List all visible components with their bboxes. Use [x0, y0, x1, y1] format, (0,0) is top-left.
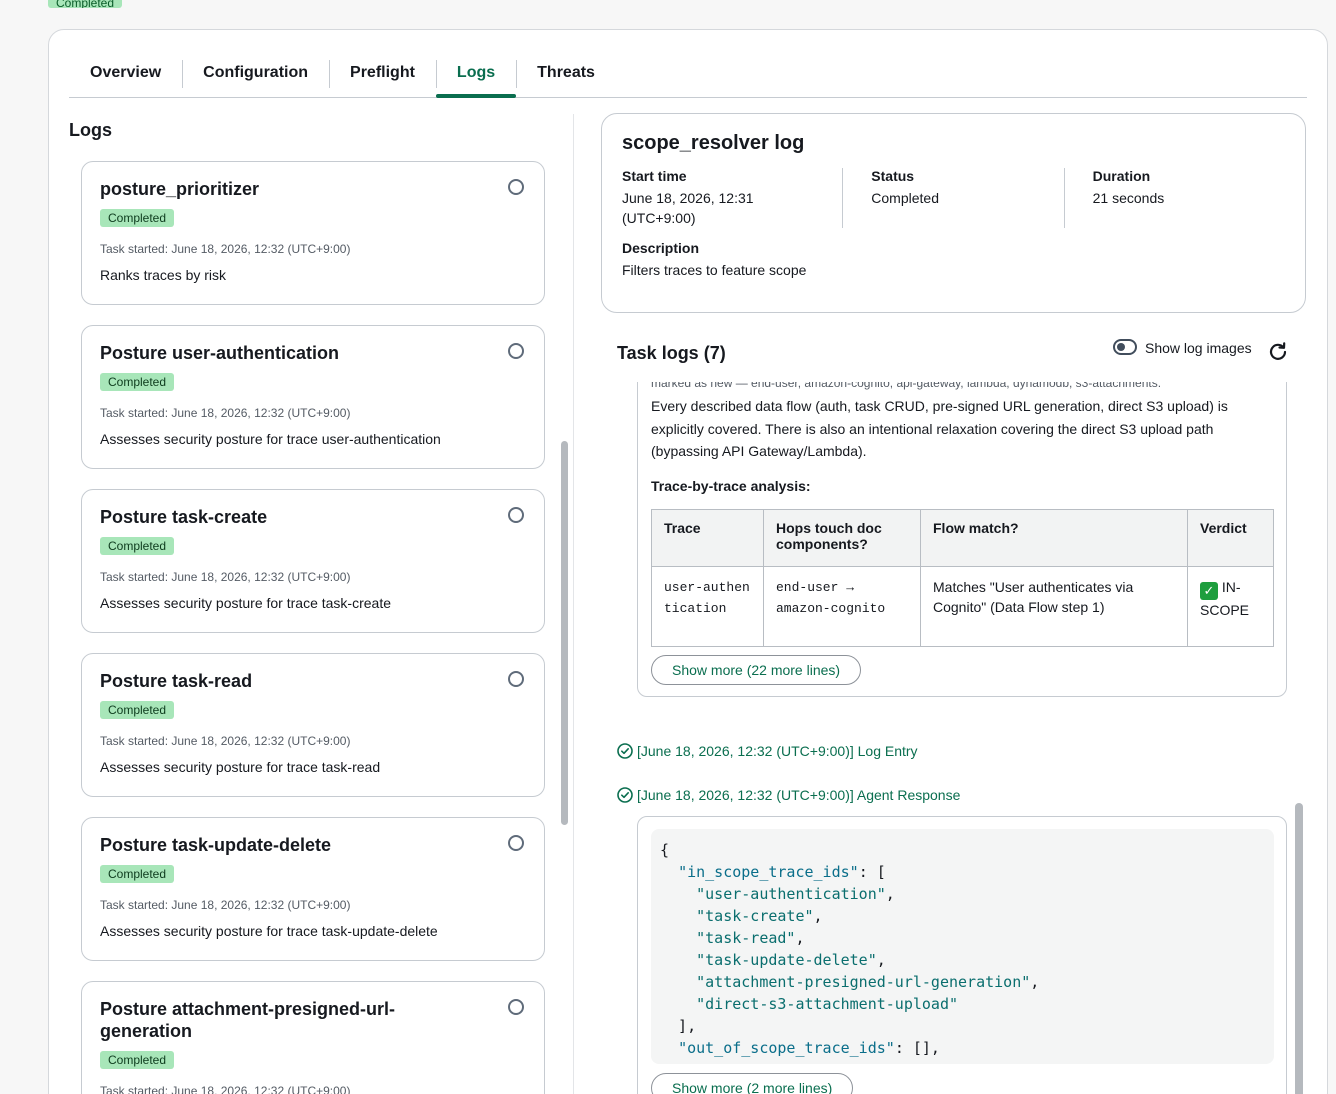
- main-panel: Overview Configuration Preflight Logs Th…: [48, 29, 1328, 1094]
- check-circle-icon: [617, 743, 633, 759]
- description-label: Description: [622, 240, 700, 256]
- task-card[interactable]: Posture task-read Completed Task started…: [81, 653, 545, 797]
- description-field: Description Filters traces to feature sc…: [622, 240, 806, 280]
- log-entry-text: [June 18, 2026, 12:32 (UTC+9:00)] Log En…: [637, 743, 918, 759]
- status-badge: Completed: [100, 701, 175, 719]
- json-code-block: { "in_scope_trace_ids": [ "user-authenti…: [651, 829, 1274, 1064]
- show-log-images-toggle[interactable]: [1113, 339, 1137, 355]
- tab-preflight[interactable]: Preflight: [329, 60, 436, 97]
- log-entry-card: marked as new — end-user, amazon-cognito…: [637, 382, 1287, 697]
- start-time-value: June 18, 2026, 12:31 (UTC+9:00): [622, 190, 754, 226]
- start-time-field: Start time June 18, 2026, 12:31 (UTC+9:0…: [622, 168, 842, 228]
- detail-grid: Start time June 18, 2026, 12:31 (UTC+9:0…: [622, 168, 1285, 228]
- task-card[interactable]: posture_prioritizer Completed Task start…: [81, 161, 545, 305]
- tab-logs[interactable]: Logs: [435, 60, 517, 98]
- description-value: Filters traces to feature scope: [622, 262, 807, 278]
- status-value: Completed: [871, 190, 939, 206]
- task-card[interactable]: Posture user-authentication Completed Ta…: [81, 325, 545, 469]
- tab-threats[interactable]: Threats: [516, 60, 616, 97]
- refresh-icon[interactable]: [1268, 341, 1288, 361]
- duration-label: Duration: [1092, 168, 1151, 184]
- task-card-list: posture_prioritizer Completed Task start…: [81, 161, 545, 1094]
- task-log-scrollbar[interactable]: [1295, 803, 1303, 1094]
- task-card[interactable]: Posture task-create Completed Task start…: [81, 489, 545, 633]
- card-title: posture_prioritizer: [100, 179, 260, 199]
- task-started-text: Task started: June 18, 2026, 12:32 (UTC+…: [100, 406, 351, 420]
- card-title: Posture task-create: [100, 507, 268, 527]
- task-logs-heading: Task logs (7): [617, 343, 726, 363]
- duration-value: 21 seconds: [1092, 190, 1165, 206]
- select-radio[interactable]: [508, 343, 524, 359]
- duration-field: Duration 21 seconds: [1063, 168, 1285, 228]
- select-radio[interactable]: [508, 999, 524, 1015]
- task-started-text: Task started: June 18, 2026, 12:32 (UTC+…: [100, 734, 351, 748]
- task-card[interactable]: Posture attachment-presigned-url-generat…: [81, 981, 545, 1094]
- show-more-button[interactable]: Show more (22 more lines): [651, 655, 862, 685]
- detail-title: scope_resolver log: [622, 132, 805, 154]
- status-badge: Completed: [100, 865, 175, 883]
- table-header: Verdict: [1187, 509, 1274, 567]
- card-title: Posture task-update-delete: [100, 835, 332, 855]
- status-label: Status: [871, 168, 915, 184]
- status-field: Status Completed: [842, 168, 1063, 228]
- table-cell-verdict: ✓ IN-SCOPE: [1187, 566, 1274, 647]
- table-cell: Matches "User authenticates via Cognito"…: [920, 566, 1188, 647]
- card-description: Assesses security posture for trace task…: [100, 595, 391, 611]
- card-description: Ranks traces by risk: [100, 267, 227, 283]
- status-badge: Completed: [100, 373, 175, 391]
- card-list-scrollbar[interactable]: [561, 441, 568, 825]
- log-paragraph: Every described data flow (auth, task CR…: [651, 398, 1228, 459]
- tab-configuration[interactable]: Configuration: [182, 60, 329, 97]
- toggle-label: Show log images: [1145, 340, 1252, 356]
- card-title: Posture user-authentication: [100, 343, 340, 363]
- logs-heading: Logs: [69, 120, 112, 140]
- select-radio[interactable]: [508, 179, 524, 195]
- table-cell: user-authentication: [651, 566, 764, 647]
- show-more-button[interactable]: Show more (2 more lines): [651, 1073, 854, 1094]
- card-description: Assesses security posture for trace task…: [100, 923, 438, 939]
- log-entry-line[interactable]: [June 18, 2026, 12:32 (UTC+9:00)] Agent …: [617, 787, 960, 803]
- select-radio[interactable]: [508, 507, 524, 523]
- analysis-label: Trace-by-trace analysis:: [651, 478, 811, 494]
- table-header: Trace: [651, 509, 764, 567]
- clipped-log-line: marked as new — end-user, amazon-cognito…: [651, 382, 1162, 390]
- task-started-text: Task started: June 18, 2026, 12:32 (UTC+…: [100, 1084, 351, 1094]
- table-header-row: Trace Hops touch doc components? Flow ma…: [651, 509, 1274, 567]
- card-title: Posture task-read: [100, 671, 253, 691]
- card-description: Assesses security posture for trace user…: [100, 431, 441, 447]
- table-cell: end-user → amazon-cognito: [763, 566, 921, 647]
- select-radio[interactable]: [508, 835, 524, 851]
- table-header: Flow match?: [920, 509, 1188, 567]
- start-time-label: Start time: [622, 168, 687, 184]
- task-card[interactable]: Posture task-update-delete Completed Tas…: [81, 817, 545, 961]
- check-mark-icon: ✓: [1200, 582, 1218, 600]
- task-started-text: Task started: June 18, 2026, 12:32 (UTC+…: [100, 242, 351, 256]
- status-badge: Completed: [100, 1051, 175, 1069]
- column-divider: [573, 114, 574, 1094]
- log-entry-line[interactable]: [June 18, 2026, 12:32 (UTC+9:00)] Log En…: [617, 743, 918, 759]
- card-title: Posture attachment-presigned-url-generat…: [100, 999, 396, 1041]
- table-header: Hops touch doc components?: [763, 509, 921, 567]
- status-badge: Completed: [100, 537, 175, 555]
- select-radio[interactable]: [508, 671, 524, 687]
- status-badge: Completed: [100, 209, 175, 227]
- task-started-text: Task started: June 18, 2026, 12:32 (UTC+…: [100, 898, 351, 912]
- log-detail-box: scope_resolver log Start time June 18, 2…: [601, 113, 1306, 313]
- card-description: Assesses security posture for trace task…: [100, 759, 381, 775]
- trace-analysis-table: Trace Hops touch doc components? Flow ma…: [651, 509, 1274, 647]
- log-entry-text: [June 18, 2026, 12:32 (UTC+9:00)] Agent …: [637, 787, 961, 803]
- tab-bar: Overview Configuration Preflight Logs Th…: [69, 60, 1307, 98]
- task-started-text: Task started: June 18, 2026, 12:32 (UTC+…: [100, 570, 351, 584]
- status-badge: Completed: [48, 0, 123, 8]
- table-row: user-authentication end-user → amazon-co…: [651, 566, 1274, 647]
- agent-response-card: { "in_scope_trace_ids": [ "user-authenti…: [637, 816, 1287, 1094]
- task-log-scroll-area[interactable]: marked as new — end-user, amazon-cognito…: [609, 382, 1317, 1094]
- check-circle-icon: [617, 787, 633, 803]
- tab-overview[interactable]: Overview: [69, 60, 182, 97]
